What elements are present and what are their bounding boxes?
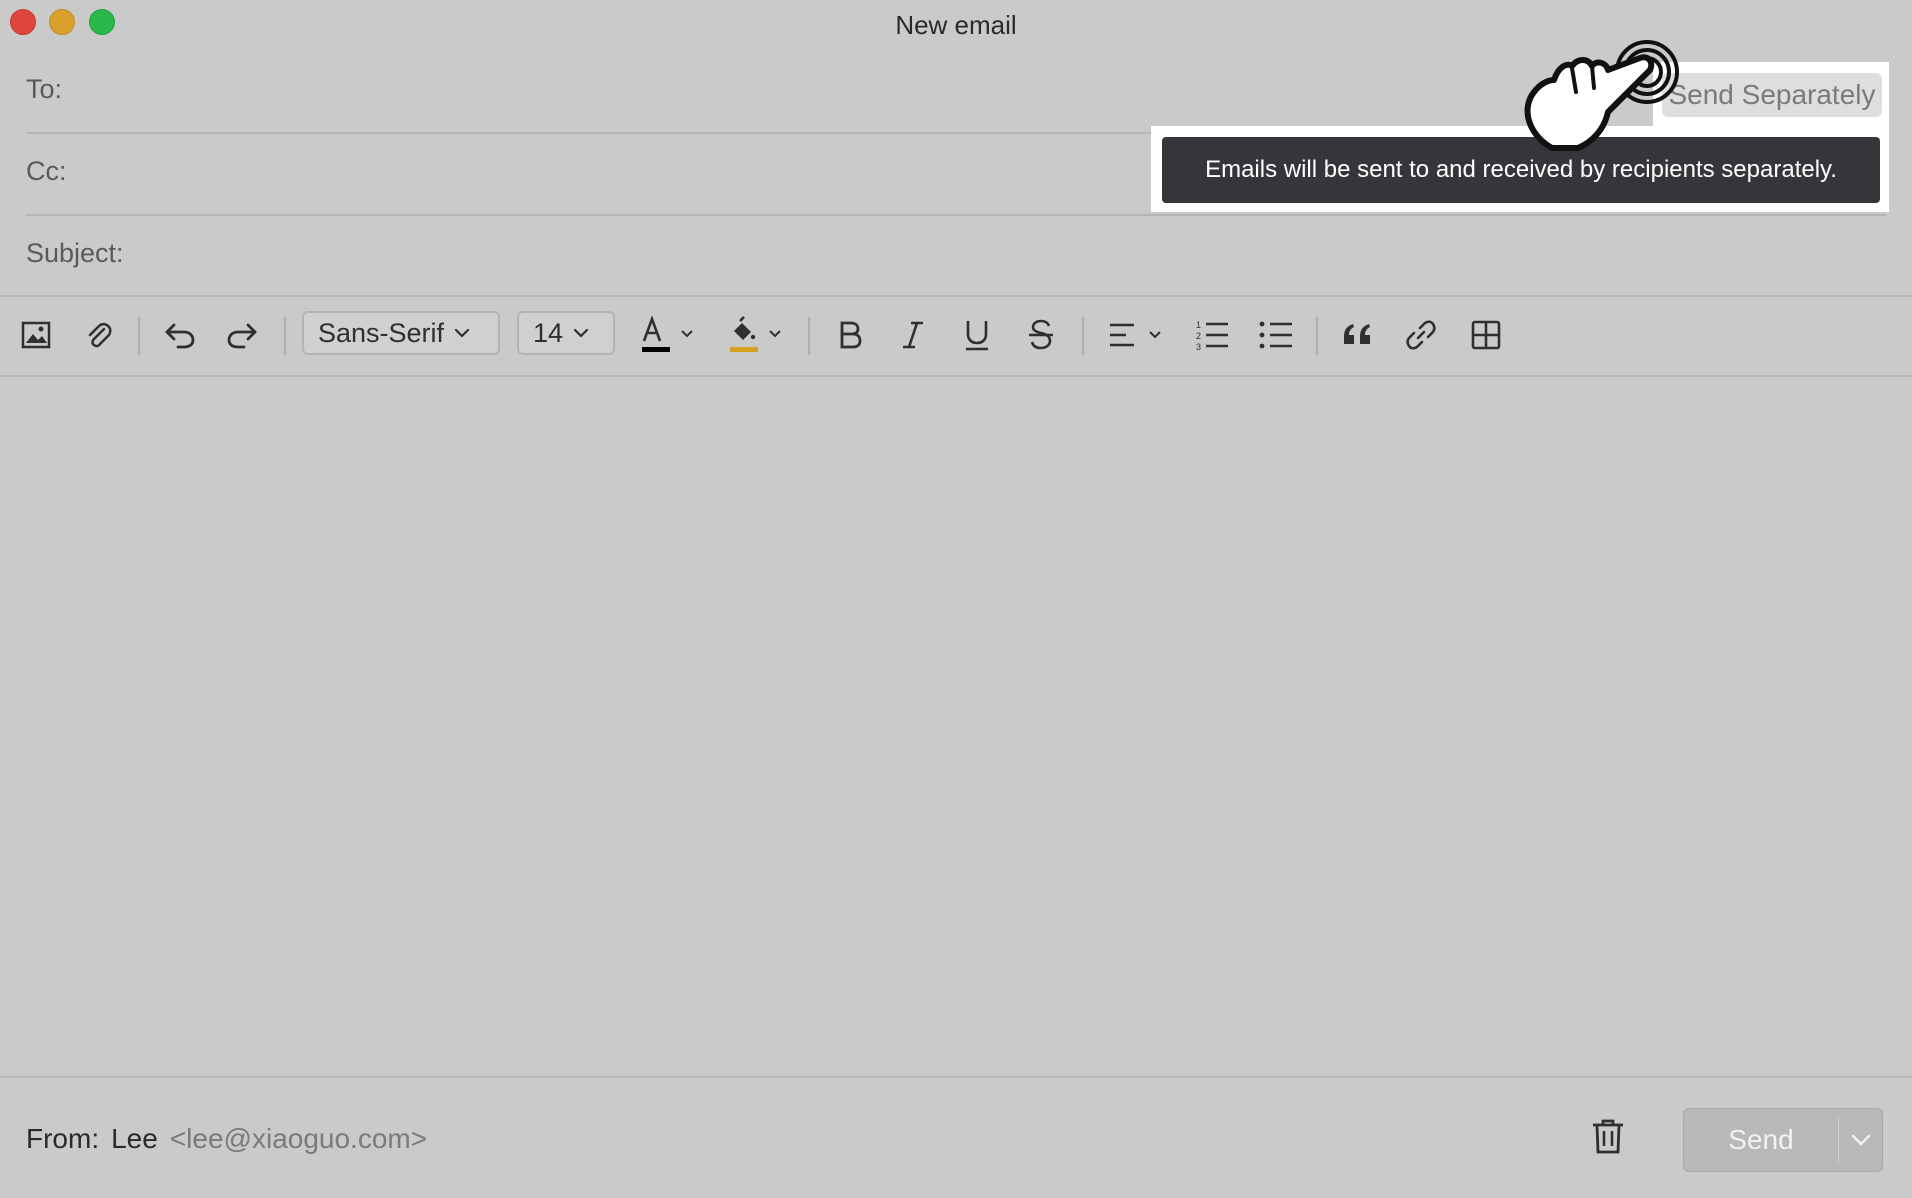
table-icon[interactable] — [1466, 315, 1506, 355]
bullet-list-icon[interactable] — [1256, 315, 1296, 355]
image-icon[interactable] — [16, 315, 56, 355]
strikethrough-icon[interactable] — [1021, 315, 1061, 355]
chevron-down-icon — [573, 328, 589, 338]
font-family-select[interactable]: Sans-Serif — [302, 311, 500, 355]
svg-text:3: 3 — [1196, 342, 1201, 352]
attachment-icon[interactable] — [78, 315, 118, 355]
pointing-hand-icon — [1524, 40, 1679, 151]
highlight-color-icon[interactable] — [724, 315, 788, 355]
send-options-button[interactable] — [1840, 1109, 1882, 1171]
redo-icon[interactable] — [222, 315, 262, 355]
compose-footer: From: Lee <lee@xiaoguo.com> Send — [0, 1076, 1912, 1198]
trash-icon[interactable] — [1590, 1118, 1626, 1161]
svg-text:2: 2 — [1196, 331, 1201, 341]
chevron-down-icon — [454, 328, 470, 338]
chevron-down-icon — [1851, 1134, 1871, 1146]
svg-text:1: 1 — [1196, 320, 1201, 330]
bold-icon[interactable] — [830, 315, 870, 355]
from-email: <lee@xiaoguo.com> — [169, 1123, 428, 1154]
italic-icon[interactable] — [893, 315, 933, 355]
send-separately-button[interactable]: Send Separately — [1662, 73, 1882, 117]
subject-label: Subject: — [26, 238, 124, 268]
align-icon[interactable] — [1104, 315, 1168, 355]
font-size-value: 14 — [533, 317, 564, 348]
send-button-group: Send — [1683, 1108, 1883, 1172]
from-label: From: — [26, 1123, 100, 1154]
formatting-toolbar: Sans-Serif 14 123 — [0, 295, 1912, 377]
link-icon[interactable] — [1401, 315, 1441, 355]
font-size-select[interactable]: 14 — [517, 311, 615, 355]
subject-field[interactable]: Subject: — [26, 216, 1886, 296]
underline-icon[interactable] — [957, 315, 997, 355]
font-family-value: Sans-Serif — [318, 317, 445, 348]
cc-label: Cc: — [26, 156, 67, 186]
from-name: Lee — [111, 1123, 158, 1154]
text-color-icon[interactable] — [636, 315, 700, 355]
to-label: To: — [26, 74, 63, 104]
send-button[interactable]: Send — [1684, 1109, 1838, 1171]
from-field[interactable]: From: Lee <lee@xiaoguo.com> — [26, 1123, 427, 1155]
undo-icon[interactable] — [160, 315, 200, 355]
ordered-list-icon[interactable]: 123 — [1192, 315, 1232, 355]
quote-icon[interactable] — [1338, 315, 1378, 355]
message-body-editor[interactable] — [0, 375, 1912, 1075]
